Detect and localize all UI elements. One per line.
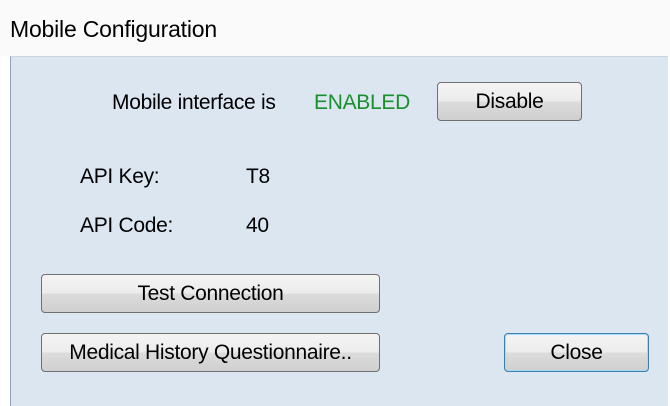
api-key-value: T8 [246, 165, 270, 188]
mobile-configuration-window: Mobile Configuration Mobile interface is… [0, 0, 670, 406]
api-code-value: 40 [246, 214, 269, 237]
mobile-interface-label: Mobile interface is [112, 91, 276, 114]
disable-button[interactable]: Disable [437, 82, 582, 121]
status-badge: ENABLED [314, 91, 410, 114]
test-connection-button[interactable]: Test Connection [41, 274, 380, 313]
api-code-label: API Code: [80, 214, 174, 237]
api-key-label: API Key: [80, 165, 160, 188]
close-button[interactable]: Close [504, 333, 649, 372]
title-bar: Mobile Configuration [0, 0, 670, 56]
window-title: Mobile Configuration [10, 16, 217, 42]
medical-history-questionnaire-button[interactable]: Medical History Questionnaire.. [41, 333, 380, 372]
dialog-content: Mobile interface is ENABLED Disable API … [10, 56, 668, 406]
